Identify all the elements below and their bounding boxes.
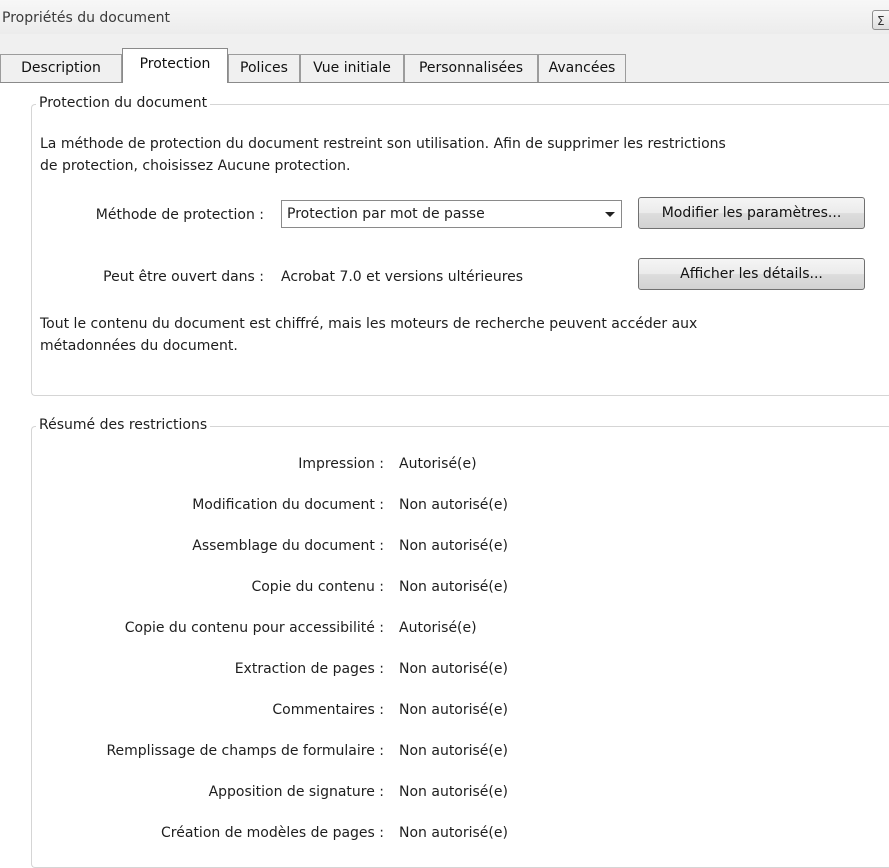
restriction-label-modeles: Création de modèles de pages : bbox=[161, 825, 384, 841]
restriction-label-assemblage: Assemblage du document : bbox=[192, 538, 384, 554]
restriction-value-remplissage: Non autorisé(e) bbox=[399, 743, 508, 759]
tab-polices[interactable]: Polices bbox=[228, 54, 300, 82]
restriction-value-modeles: Non autorisé(e) bbox=[399, 825, 508, 841]
restriction-value-modification: Non autorisé(e) bbox=[399, 497, 508, 513]
close-button[interactable]: Σ bbox=[872, 10, 889, 30]
restriction-value-commentaires: Non autorisé(e) bbox=[399, 702, 508, 718]
restriction-label-copie-accessibilite: Copie du contenu pour accessibilité : bbox=[124, 620, 384, 636]
protection-note-line-1: Tout le contenu du document est chiffré,… bbox=[40, 316, 698, 332]
title-bar: Propriétés du document Σ bbox=[0, 0, 889, 34]
tab-panel-protection: Protection du document La méthode de pro… bbox=[0, 82, 889, 868]
open-in-value: Acrobat 7.0 et versions ultérieures bbox=[281, 269, 524, 285]
window-title: Propriétés du document bbox=[2, 10, 171, 26]
restriction-label-commentaires: Commentaires : bbox=[272, 702, 384, 718]
tab-label: Protection bbox=[139, 56, 211, 72]
restriction-value-extraction: Non autorisé(e) bbox=[399, 661, 508, 677]
tab-vue-initiale[interactable]: Vue initiale bbox=[300, 54, 404, 82]
tab-label: Description bbox=[21, 60, 101, 76]
protection-intro-line-1: La méthode de protection du document res… bbox=[40, 136, 726, 152]
restriction-label-modification: Modification du document : bbox=[192, 497, 384, 513]
protection-method-value: Protection par mot de passe bbox=[287, 206, 485, 222]
tab-protection[interactable]: Protection bbox=[122, 48, 228, 83]
restriction-value-assemblage: Non autorisé(e) bbox=[399, 538, 508, 554]
restriction-value-signature: Non autorisé(e) bbox=[399, 784, 508, 800]
show-details-button[interactable]: Afficher les détails... bbox=[638, 258, 865, 290]
protection-note-line-2: métadonnées du document. bbox=[40, 338, 238, 354]
method-label: Méthode de protection : bbox=[95, 207, 264, 223]
tab-label: Avancées bbox=[548, 60, 616, 76]
group-restrictions-summary: Résumé des restrictions bbox=[31, 417, 889, 868]
chevron-down-icon bbox=[599, 201, 621, 227]
restriction-value-copie-accessibilite: Autorisé(e) bbox=[399, 620, 477, 636]
restriction-value-copie: Non autorisé(e) bbox=[399, 579, 508, 595]
tab-label: Polices bbox=[240, 60, 288, 76]
tab-label: Personnalisées bbox=[418, 60, 524, 76]
restriction-label-impression: Impression : bbox=[298, 456, 384, 472]
tab-avancees[interactable]: Avancées bbox=[538, 54, 626, 82]
close-icon: Σ bbox=[877, 14, 885, 28]
tab-label: Vue initiale bbox=[313, 60, 391, 76]
protection-method-select[interactable]: Protection par mot de passe bbox=[281, 200, 622, 228]
restriction-label-extraction: Extraction de pages : bbox=[234, 661, 384, 677]
protection-intro-line-2: de protection, choisissez Aucune protect… bbox=[40, 158, 351, 174]
open-in-label: Peut être ouvert dans : bbox=[103, 269, 264, 285]
restriction-label-remplissage: Remplissage de champs de formulaire : bbox=[106, 743, 384, 759]
tab-personnalisees[interactable]: Personnalisées bbox=[404, 54, 538, 82]
restriction-label-signature: Apposition de signature : bbox=[208, 784, 384, 800]
modify-settings-button[interactable]: Modifier les paramètres... bbox=[638, 197, 865, 229]
group-legend-restrictions: Résumé des restrictions bbox=[36, 417, 211, 433]
tab-description[interactable]: Description bbox=[0, 54, 122, 82]
restriction-label-copie: Copie du contenu : bbox=[251, 579, 384, 595]
restriction-value-impression: Autorisé(e) bbox=[399, 456, 477, 472]
group-legend-protection: Protection du document bbox=[36, 95, 211, 111]
